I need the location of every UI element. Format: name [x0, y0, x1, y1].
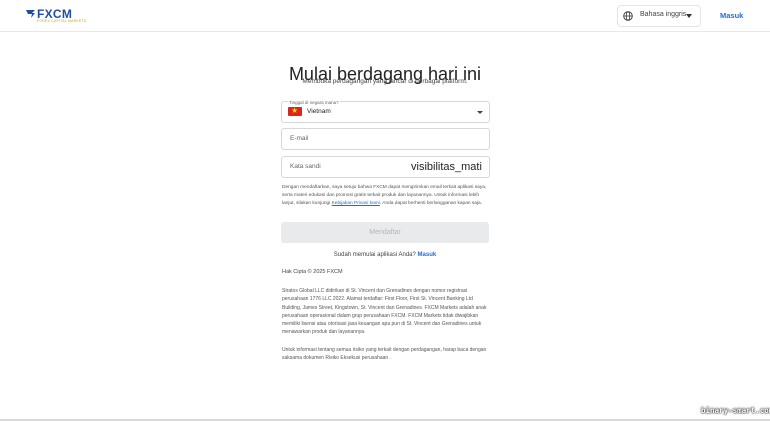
risk-disclaimer: Untuk informasi tentang semua risiko yan… [282, 347, 487, 362]
country-select[interactable]: Tinggal di negara mana? ★ Vietnam [281, 100, 490, 123]
country-field-label: Tinggal di negara mana? [288, 100, 340, 105]
chevron-down-icon [477, 111, 483, 114]
globe-icon [623, 11, 633, 21]
email-field[interactable]: E-mail [281, 128, 490, 150]
legal-disclaimer: Stratos Global LLC didirikan di St. Vinc… [282, 288, 487, 336]
chevron-down-icon [686, 14, 692, 18]
consent-text-part-2: . Anda dapat berhenti berlangganan kapan… [379, 201, 483, 206]
fxcm-logo-icon [26, 10, 35, 18]
email-placeholder: E-mail [290, 135, 309, 142]
login-link[interactable]: Masuk [720, 11, 743, 20]
password-placeholder: Kata sandi [290, 163, 321, 170]
country-value: Vietnam [307, 108, 331, 115]
login-link-bottom[interactable]: Masuk [418, 252, 437, 258]
already-registered: Sudah memulai aplikasi Anda? Masuk [282, 252, 488, 258]
top-navigation-bar: FXCM FOREX CAPITAL MARKETS Bahasa inggri… [0, 0, 770, 32]
password-visibility-toggle[interactable]: visibilitas_mati [411, 161, 482, 173]
logo-tagline: FOREX CAPITAL MARKETS [37, 19, 87, 23]
vietnam-flag-icon: ★ [288, 106, 302, 116]
consent-text: Dengan mendaftarkan, saya setuju bahwa F… [282, 184, 488, 208]
watermark: binary-smart.com [701, 406, 770, 415]
already-text: Sudah memulai aplikasi Anda? [333, 252, 416, 258]
privacy-policy-link[interactable]: Kebijakan Privasi kami [332, 201, 380, 206]
copyright-text: Hak Cipta © 2025 FXCM [282, 269, 343, 275]
page-subtitle: Membuka perdagangan yang lancar di berba… [302, 78, 468, 85]
register-button[interactable]: Mendaftar [281, 222, 489, 243]
language-selector[interactable]: Bahasa inggris [617, 5, 701, 27]
password-field[interactable]: Kata sandi visibilitas_mati [281, 156, 490, 178]
fxcm-logo[interactable]: FXCM FOREX CAPITAL MARKETS [25, 7, 86, 24]
language-label: Bahasa inggris [640, 11, 687, 18]
